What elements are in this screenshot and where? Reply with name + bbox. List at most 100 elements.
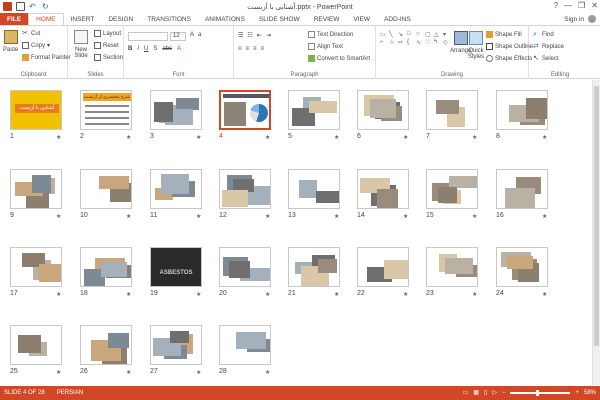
slide-thumbnail[interactable] (150, 325, 202, 365)
chevron-down-icon[interactable]: ▾ (47, 42, 50, 49)
justify-icon[interactable]: ≡ (261, 46, 265, 52)
decrease-indent-icon[interactable]: ⇤ (257, 32, 262, 39)
shadow-icon[interactable]: S (153, 46, 157, 52)
tab-file[interactable]: FILE (0, 13, 29, 25)
cut-button[interactable]: ✂ Cut (22, 30, 40, 37)
slide-thumbnail[interactable] (288, 247, 340, 287)
bracket-shape-icon[interactable]: ⌐ (380, 39, 388, 46)
rounded-rect-shape-icon[interactable]: ▢ (425, 31, 433, 38)
slide-thumbnail[interactable] (496, 247, 548, 287)
transition-star-icon[interactable]: ★ (196, 291, 201, 298)
tab-transitions[interactable]: TRANSITIONS (140, 13, 198, 25)
slide-thumbnail[interactable] (288, 169, 340, 209)
transition-star-icon[interactable]: ★ (472, 291, 477, 298)
heart-shape-icon[interactable]: ♡ (425, 39, 433, 46)
slide-thumbnail[interactable] (357, 247, 409, 287)
shrink-font-icon[interactable]: a (198, 32, 201, 38)
transition-star-icon[interactable]: ★ (265, 134, 270, 141)
slide-thumbnail[interactable]: ASBESTOS (150, 247, 202, 287)
normal-view-icon[interactable]: ▭ (463, 389, 469, 396)
slide-sorter-view-icon[interactable]: ▦ (473, 389, 479, 396)
bold-icon[interactable]: B (128, 46, 132, 52)
slide-thumbnail[interactable] (150, 169, 202, 209)
replace-button[interactable]: ⇄ Replace (533, 43, 564, 50)
slide-thumbnail[interactable] (219, 247, 271, 287)
slide-thumbnail[interactable] (496, 90, 548, 130)
transition-star-icon[interactable]: ★ (56, 291, 61, 298)
align-center-icon[interactable]: ≡ (246, 46, 250, 52)
slide-thumbnail[interactable] (496, 169, 548, 209)
transition-star-icon[interactable]: ★ (542, 291, 547, 298)
slide-thumbnail[interactable]: شرح مختصری از آزبست (80, 90, 132, 130)
transition-star-icon[interactable]: ★ (126, 291, 131, 298)
curve-shape-icon[interactable]: ∿ (416, 39, 424, 46)
reading-view-icon[interactable]: ▯ (484, 389, 487, 396)
font-size-combo[interactable]: 12 (170, 32, 186, 41)
slide-thumbnail[interactable] (357, 90, 409, 130)
slide-thumbnail[interactable] (150, 90, 202, 130)
shape-outline-button[interactable]: Shape Outline (486, 43, 533, 50)
shapes-gallery[interactable]: ▭ ╲ ↘ □ ○ ▢ △ ▾ ⌐ ☆ ⇨ { ∿ ♡ ϟ ◇ (380, 31, 451, 46)
select-button[interactable]: ↖ Select (533, 55, 559, 62)
slide-thumbnail[interactable] (80, 169, 132, 209)
quick-styles-button[interactable]: Quick Styles (468, 31, 484, 60)
strikethrough-icon[interactable]: abc (162, 46, 172, 52)
transition-star-icon[interactable]: ★ (542, 134, 547, 141)
transition-star-icon[interactable]: ★ (126, 369, 131, 376)
transition-star-icon[interactable]: ★ (403, 213, 408, 220)
arrow-right-shape-icon[interactable]: ⇨ (398, 39, 406, 46)
text-box-shape-icon[interactable]: ▭ (380, 31, 388, 38)
slide-thumbnail[interactable] (80, 325, 132, 365)
shape-fill-button[interactable]: Shape Fill (486, 31, 522, 38)
transition-star-icon[interactable]: ★ (403, 134, 408, 141)
tab-add-ins[interactable]: ADD-INS (377, 13, 418, 25)
slide-thumbnail[interactable] (10, 247, 62, 287)
italic-icon[interactable]: I (137, 46, 139, 52)
align-text-button[interactable]: Align Text (308, 43, 343, 50)
transition-star-icon[interactable]: ★ (196, 213, 201, 220)
close-button[interactable]: ✕ (591, 1, 598, 10)
underline-icon[interactable]: U (144, 46, 148, 52)
zoom-slider-knob[interactable] (536, 389, 540, 396)
arrow-shape-icon[interactable]: ↘ (398, 31, 406, 38)
transition-star-icon[interactable]: ★ (403, 291, 408, 298)
transition-star-icon[interactable]: ★ (126, 213, 131, 220)
font-name-combo[interactable] (128, 32, 168, 41)
convert-smartart-button[interactable]: Convert to SmartArt (308, 55, 370, 62)
paste-button[interactable]: Paste (3, 30, 18, 53)
restore-button[interactable]: ❐ (578, 1, 585, 10)
transition-star-icon[interactable]: ★ (334, 134, 339, 141)
tab-animations[interactable]: ANIMATIONS (198, 13, 252, 25)
vertical-scrollbar[interactable] (592, 80, 600, 385)
format-painter-button[interactable]: Format Painter (22, 54, 71, 61)
language-indicator[interactable]: PERSIAN (57, 390, 83, 396)
star-shape-icon[interactable]: ☆ (389, 39, 397, 46)
slide-thumbnail[interactable] (219, 169, 271, 209)
slide-thumbnail[interactable] (10, 325, 62, 365)
tab-view[interactable]: VIEW (346, 13, 377, 25)
triangle-shape-icon[interactable]: △ (434, 31, 442, 38)
transition-star-icon[interactable]: ★ (196, 134, 201, 141)
slide-thumbnail[interactable] (219, 90, 271, 130)
transition-star-icon[interactable]: ★ (56, 213, 61, 220)
transition-star-icon[interactable]: ★ (472, 134, 477, 141)
align-right-icon[interactable]: ≡ (253, 46, 257, 52)
reset-button[interactable]: Reset (94, 42, 119, 49)
transition-star-icon[interactable]: ★ (196, 369, 201, 376)
minimize-button[interactable]: — (564, 1, 572, 10)
rectangle-shape-icon[interactable]: □ (407, 31, 415, 38)
increase-indent-icon[interactable]: ⇥ (266, 32, 271, 39)
transition-star-icon[interactable]: ★ (265, 291, 270, 298)
transition-star-icon[interactable]: ★ (334, 213, 339, 220)
transition-star-icon[interactable]: ★ (334, 291, 339, 298)
slide-thumbnail[interactable]: آشنایی با آزبست (10, 90, 62, 130)
zoom-out-icon[interactable]: − (502, 390, 506, 396)
text-direction-button[interactable]: Text Direction (308, 31, 353, 38)
tab-review[interactable]: REVIEW (307, 13, 347, 25)
transition-star-icon[interactable]: ★ (56, 369, 61, 376)
new-slide-button[interactable]: New Slide (71, 30, 91, 59)
transition-star-icon[interactable]: ★ (126, 134, 131, 141)
brace-shape-icon[interactable]: { (407, 39, 415, 46)
slide-sorter[interactable]: آشنایی با آزبست 1 ★ شرح مختصری از آزبست 2 ★ 3 ★… (0, 80, 600, 385)
slide-thumbnail[interactable] (10, 169, 62, 209)
